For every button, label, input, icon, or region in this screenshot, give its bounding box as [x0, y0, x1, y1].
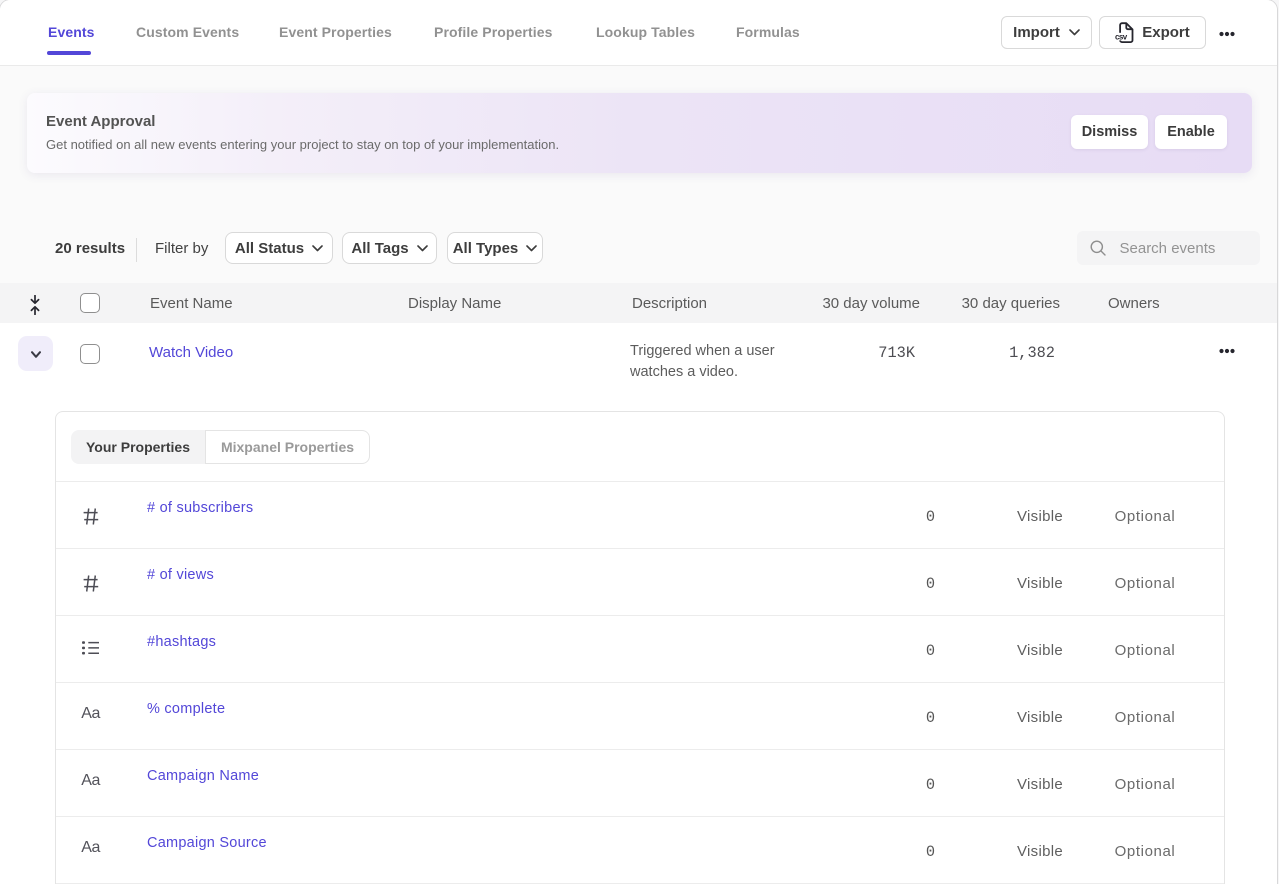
svg-text:csv: csv: [1115, 32, 1128, 41]
